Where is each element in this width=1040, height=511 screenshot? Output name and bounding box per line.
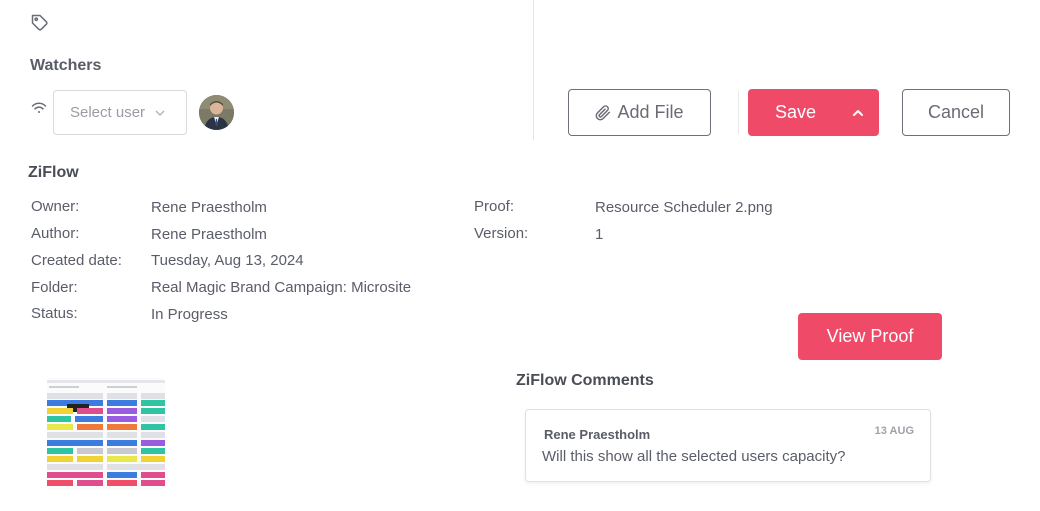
select-user-placeholder: Select user — [70, 104, 146, 121]
comment-text: Will this show all the selected users ca… — [542, 448, 846, 465]
watchers-heading: Watchers — [30, 57, 102, 74]
ziflow-heading: ZiFlow — [28, 164, 79, 181]
select-user-dropdown[interactable]: Select user — [53, 90, 187, 135]
vertical-divider — [533, 0, 534, 140]
avatar — [199, 95, 234, 130]
folder-value: Real Magic Brand Campaign: Microsite — [151, 279, 412, 296]
comment-card: Rene Praestholm 13 AUG Will this show al… — [525, 409, 931, 482]
owner-value: Rene Praestholm — [151, 199, 267, 216]
tag-icon[interactable] — [31, 14, 49, 32]
view-proof-label: View Proof — [826, 326, 914, 346]
proof-value: Resource Scheduler 2.png — [595, 199, 773, 216]
version-label: Version: — [474, 225, 529, 242]
chevron-down-icon — [155, 110, 165, 116]
toolbar-separator — [738, 91, 739, 134]
folder-label: Folder: — [31, 279, 78, 296]
comment-author: Rene Praestholm — [544, 427, 651, 442]
author-value: Rene Praestholm — [151, 226, 267, 243]
comment-date: 13 AUG — [874, 425, 914, 437]
created-date-value: Tuesday, Aug 13, 2024 — [151, 252, 304, 269]
view-proof-button[interactable]: View Proof — [798, 313, 942, 360]
version-value: 1 — [595, 226, 604, 243]
created-date-label: Created date: — [31, 252, 122, 269]
save-label: Save — [775, 102, 817, 122]
chevron-up-icon[interactable] — [850, 105, 866, 121]
status-label: Status: — [31, 305, 78, 322]
author-label: Author: — [31, 225, 80, 242]
proof-thumbnail[interactable] — [47, 378, 165, 490]
cancel-button[interactable]: Cancel — [902, 89, 1010, 136]
cancel-label: Cancel — [927, 102, 985, 122]
owner-label: Owner: — [31, 198, 80, 215]
paperclip-icon — [596, 104, 611, 120]
add-file-button[interactable]: Add File — [568, 89, 711, 136]
status-value: In Progress — [151, 306, 228, 323]
proof-label: Proof: — [474, 198, 515, 215]
wifi-icon — [31, 102, 47, 113]
comments-heading: ZiFlow Comments — [516, 372, 654, 389]
add-file-label: Add File — [617, 102, 684, 122]
